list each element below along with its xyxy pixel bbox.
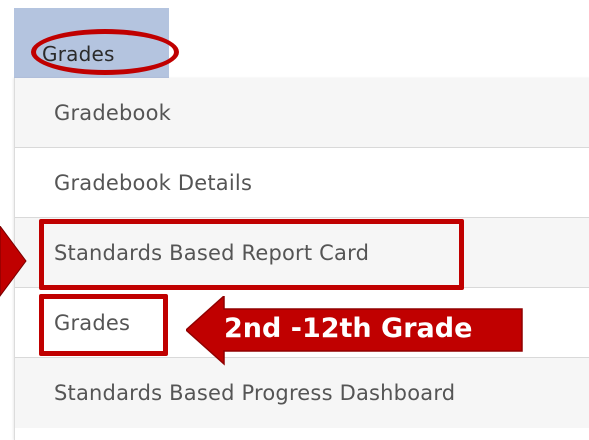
grades-tab-highlight-ring (31, 29, 179, 75)
menu-item-gradebook-details[interactable]: Gradebook Details (15, 148, 589, 218)
grades-item-highlight-box (39, 294, 168, 356)
grades-tab[interactable]: Grades (14, 8, 179, 78)
left-pointer-arrow-icon (0, 226, 27, 297)
menu-item-label: Standards Based Progress Dashboard (54, 381, 456, 405)
tab-strip: Grades (0, 0, 589, 80)
menu-item-label: Gradebook (54, 101, 172, 125)
menu-item-label: Gradebook Details (54, 171, 253, 195)
report-card-highlight-box (39, 219, 464, 290)
menu-item-gradebook[interactable]: Gradebook (15, 78, 589, 148)
grade-range-annotation: 2nd -12th Grade (224, 313, 473, 344)
menu-item-standards-based-progress-dashboard[interactable]: Standards Based Progress Dashboard (15, 358, 589, 428)
